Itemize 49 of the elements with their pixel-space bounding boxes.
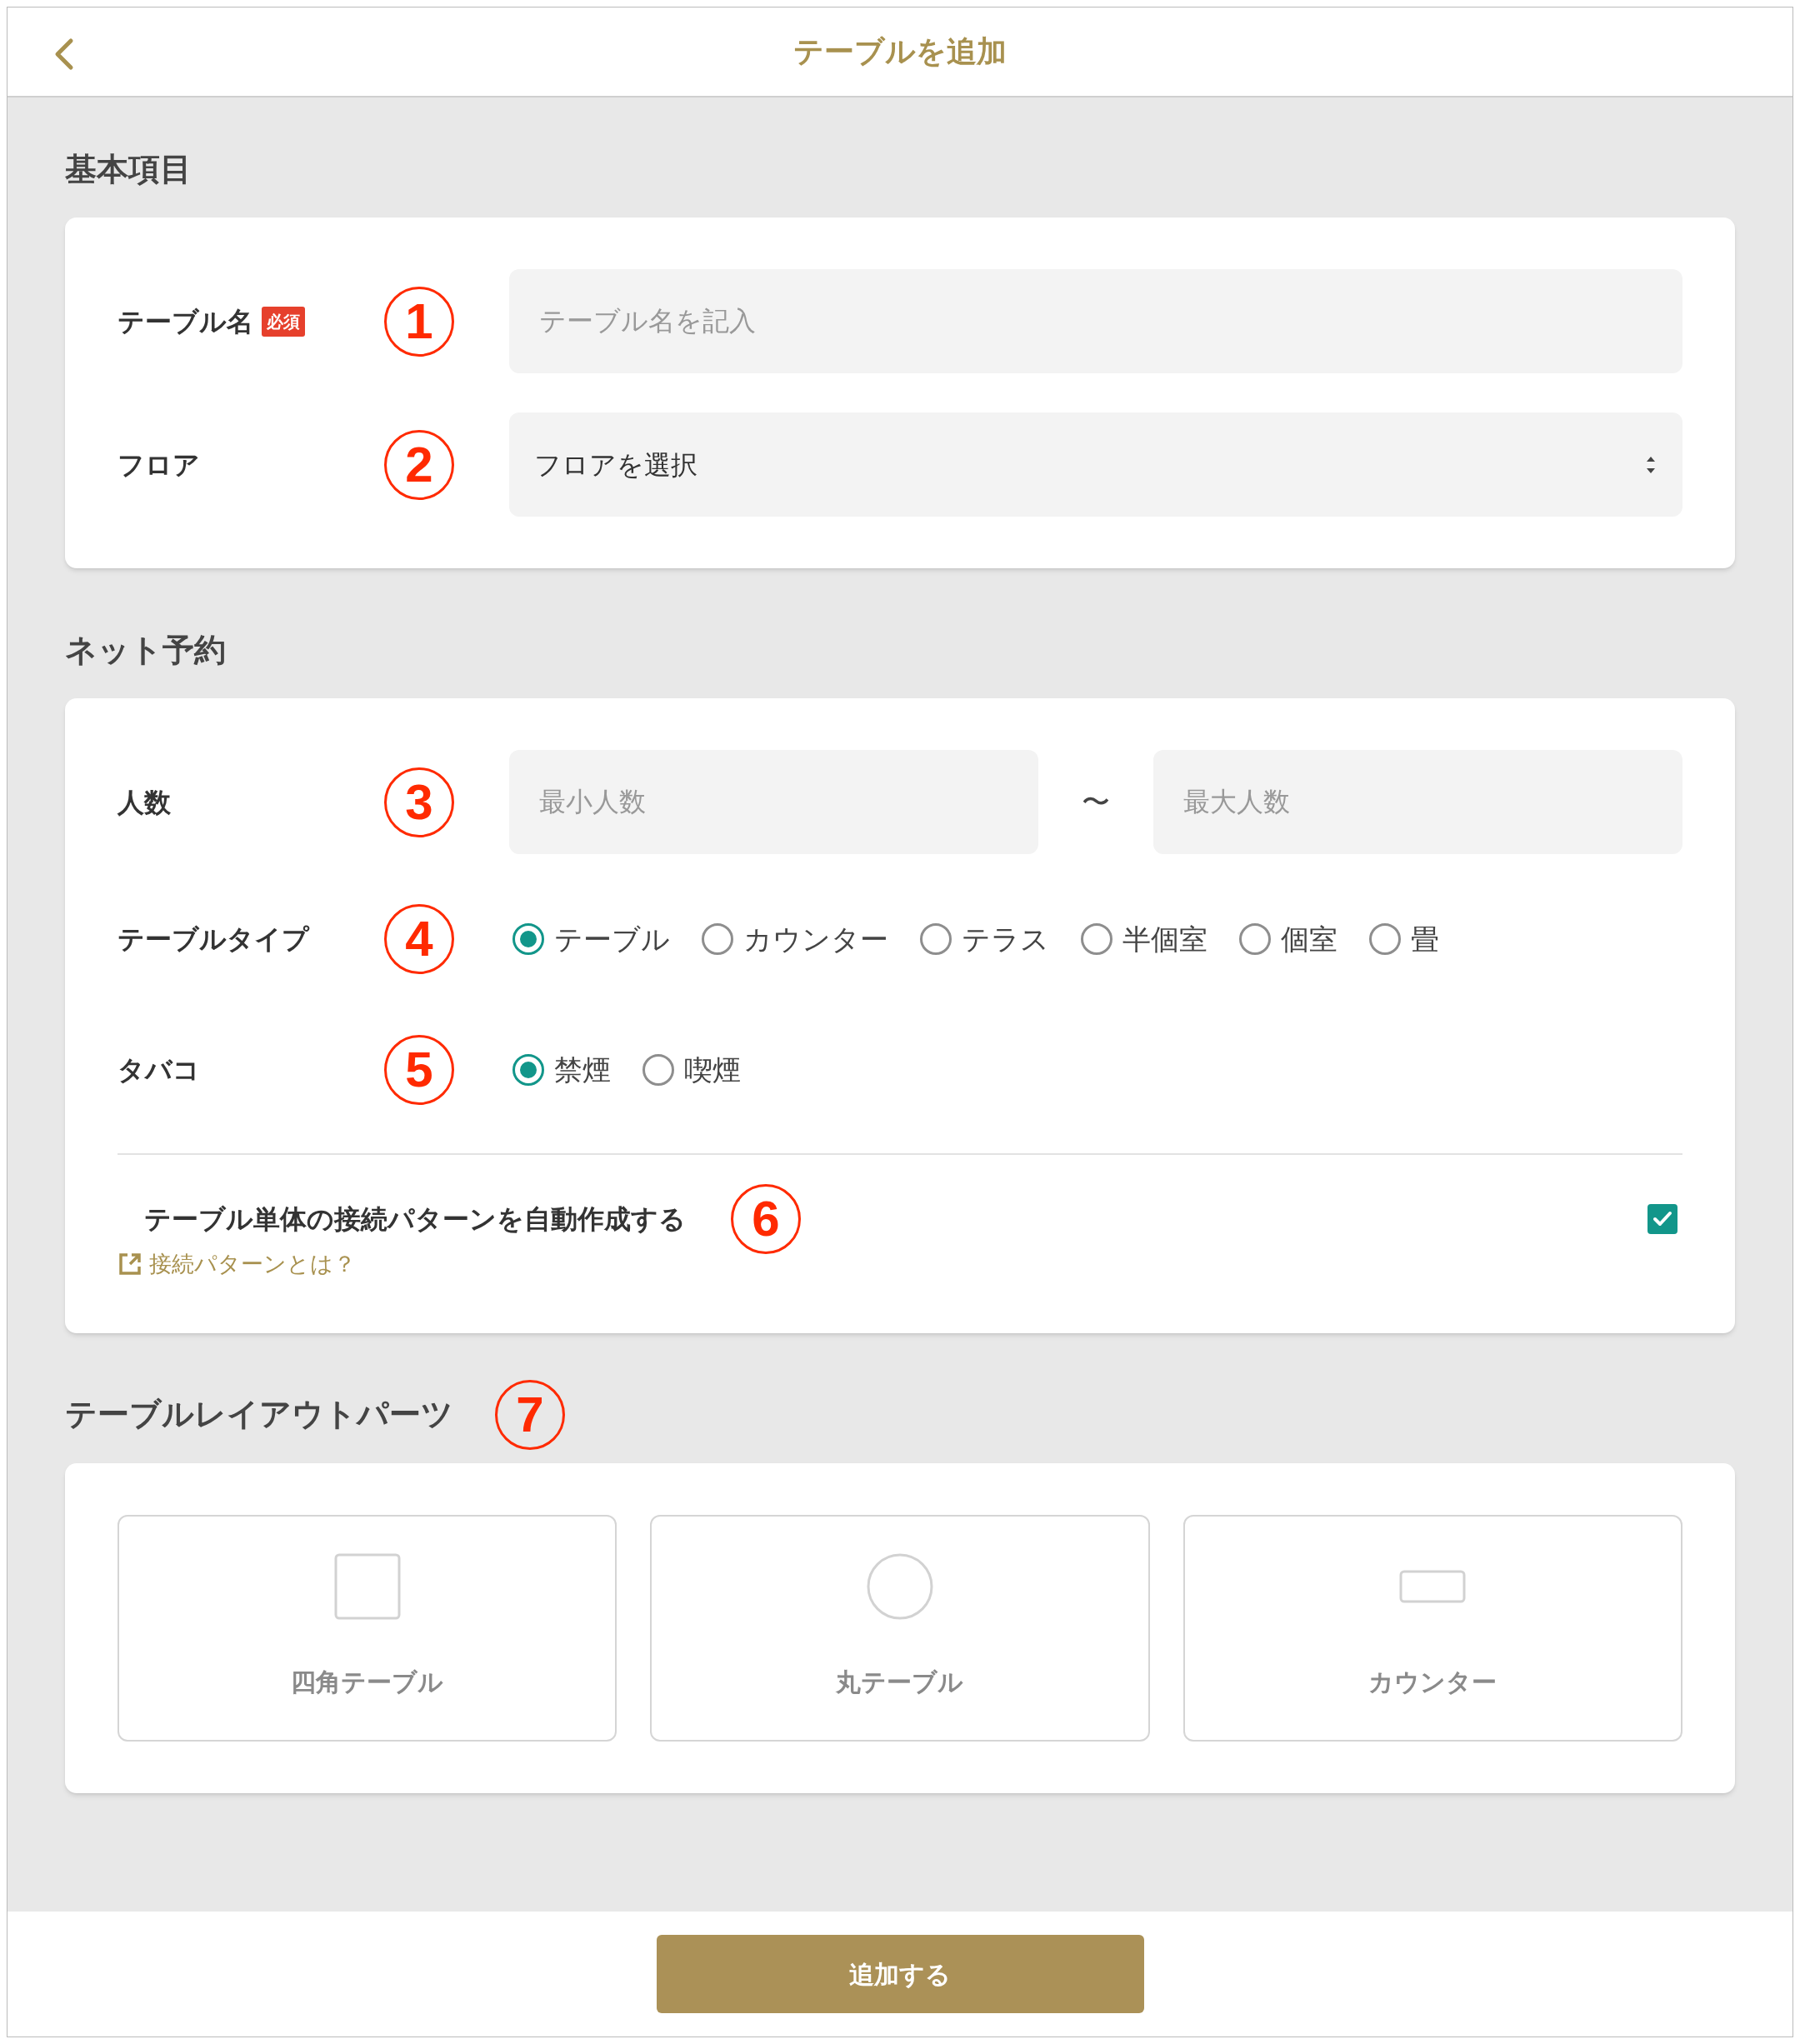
callout-number: 5 [384, 1035, 454, 1105]
radio-button[interactable] [702, 923, 733, 955]
counter-shape-icon [1399, 1569, 1467, 1603]
layout-part-tile[interactable]: カウンター [1182, 1514, 1682, 1742]
field-label: 人数 [118, 786, 171, 819]
required-badge: 必須 [262, 306, 305, 337]
field-label: タバコ [118, 1054, 200, 1087]
layout-part-tile[interactable]: 四角テーブル [118, 1514, 618, 1742]
radio-label: 半個室 [1122, 922, 1208, 957]
min-input[interactable]: 最小人数 [509, 750, 1038, 854]
callout-number: 1 [384, 286, 454, 357]
range-separator: 〜 [1082, 785, 1110, 819]
layout-part-tile[interactable]: 丸テーブル [650, 1514, 1150, 1742]
section-heading: ネット予約 [65, 631, 226, 669]
checkbox[interactable] [1648, 1204, 1678, 1234]
section-heading: 基本項目 [65, 150, 192, 188]
radio-button[interactable] [920, 923, 952, 955]
field-label: フロア [118, 448, 200, 482]
radio-label: 畳 [1411, 922, 1439, 957]
callout-number: 4 [384, 904, 454, 974]
section-heading: テーブルレイアウトパーツ [65, 1396, 453, 1433]
external-link-icon [118, 1252, 142, 1277]
help-link[interactable]: 接続パターンとは？ [118, 1247, 356, 1282]
radio-label: 個室 [1281, 922, 1338, 957]
callout-number: 3 [384, 767, 454, 837]
text-input[interactable]: テーブル名を記入 [509, 269, 1682, 373]
radio-button[interactable] [512, 923, 544, 955]
submit-button[interactable]: 追加する [656, 1935, 1144, 2013]
square-shape-icon [333, 1552, 401, 1620]
radio-label: 禁煙 [554, 1052, 611, 1087]
field-label: テーブル名 [118, 305, 253, 338]
radio-label: 喫煙 [684, 1052, 741, 1087]
max-input[interactable]: 最大人数 [1153, 750, 1682, 854]
radio-button[interactable] [512, 1054, 544, 1086]
circle-shape-icon [867, 1552, 933, 1620]
callout-number: 6 [731, 1184, 801, 1254]
radio-button[interactable] [1369, 923, 1401, 955]
radio-button[interactable] [1239, 923, 1271, 955]
checkbox-label: テーブル単体の接続パターンを自動作成する [144, 1203, 686, 1236]
radio-label: テーブル [554, 922, 670, 957]
field-label: テーブルタイプ [118, 923, 309, 956]
page-title: テーブルを追加 [793, 33, 1007, 70]
radio-label: カウンター [743, 922, 888, 957]
floor-select[interactable]: フロアを選択 [509, 412, 1682, 517]
callout-number: 2 [384, 429, 454, 500]
callout-number: 7 [495, 1379, 565, 1450]
radio-button[interactable] [1081, 923, 1112, 955]
radio-label: テラス [962, 922, 1049, 957]
radio-button[interactable] [642, 1054, 674, 1086]
